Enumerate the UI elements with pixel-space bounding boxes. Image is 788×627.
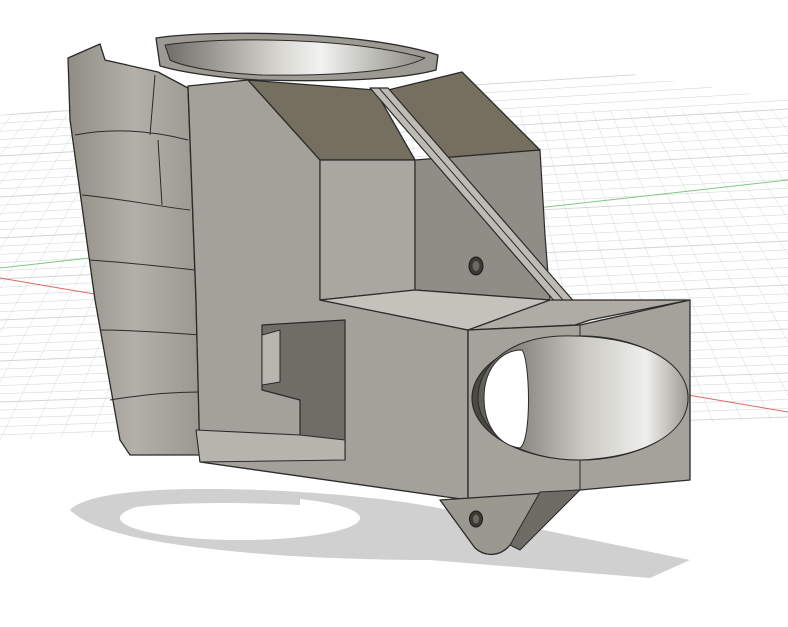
grid-line <box>753 109 788 440</box>
mounting-hole[interactable] <box>468 256 484 276</box>
ground-shadow <box>70 489 690 578</box>
cad-scene[interactable] <box>0 0 788 627</box>
grid-line <box>717 109 788 440</box>
cup-outer-wall[interactable] <box>67 43 201 456</box>
grid-line <box>699 109 788 440</box>
cutout-inner <box>261 329 281 386</box>
grid-line <box>681 109 788 440</box>
3d-viewport[interactable] <box>0 0 788 627</box>
grid-line <box>735 109 788 440</box>
pocket-wall <box>319 159 416 301</box>
tab-hole[interactable] <box>469 510 483 528</box>
pocket-right-wall <box>414 149 551 301</box>
grid-line <box>0 109 71 440</box>
